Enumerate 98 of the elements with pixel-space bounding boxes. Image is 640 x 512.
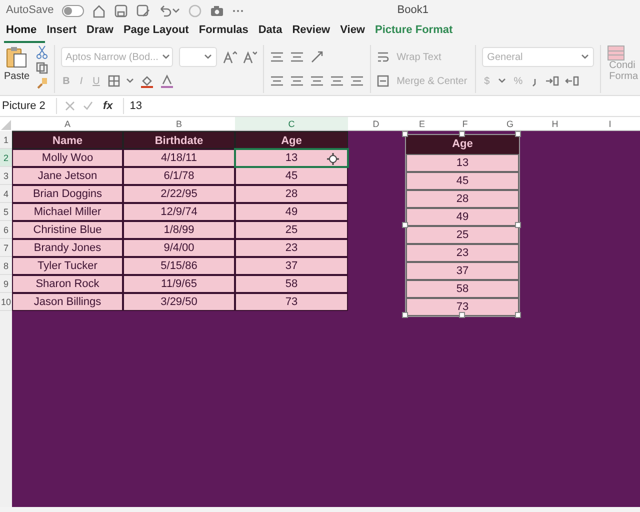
name-box[interactable]: Picture 2 [2, 98, 57, 114]
table-header-cell: Age [235, 131, 348, 149]
save-icon[interactable] [114, 4, 128, 18]
ribbon-tab[interactable]: View [338, 22, 373, 43]
column-header[interactable]: C [235, 117, 348, 131]
table-cell[interactable]: 58 [235, 275, 348, 293]
decrease-decimal-icon[interactable] [564, 75, 579, 87]
ribbon-tab[interactable]: Insert [44, 22, 85, 43]
ribbon-tab[interactable]: Review [290, 22, 338, 43]
autosave-label: AutoSave [6, 3, 54, 18]
table-header-cell: Name [12, 131, 123, 149]
more-icon[interactable] [232, 8, 244, 12]
caret-icon [581, 53, 590, 61]
ribbon-tab[interactable]: Data [256, 22, 290, 43]
align-middle-icon[interactable] [290, 50, 304, 64]
table-cell[interactable]: Brian Doggins [12, 185, 123, 203]
table-cell[interactable]: Brandy Jones [12, 239, 123, 257]
column-header[interactable]: H [530, 117, 580, 131]
merge-icon [376, 75, 389, 87]
ribbon-tab[interactable]: Home [4, 22, 45, 43]
table-cell[interactable]: 37 [235, 257, 348, 275]
table-cell[interactable]: 1/8/99 [123, 221, 235, 239]
table-cell[interactable]: Christine Blue [12, 221, 123, 239]
increase-decimal-icon[interactable] [544, 75, 559, 87]
align-right-icon[interactable] [310, 74, 324, 88]
table-cell[interactable]: 73 [235, 293, 348, 311]
table-cell[interactable]: 2/22/95 [123, 185, 235, 203]
caret-icon[interactable] [126, 77, 134, 85]
table-cell[interactable]: 12/9/74 [123, 203, 235, 221]
window-title: Book1 [396, 3, 430, 18]
caret-icon [204, 53, 212, 61]
insert-function-button[interactable]: fx [101, 98, 115, 114]
column-header[interactable]: B [123, 117, 235, 131]
table-cell[interactable]: Sharon Rock [12, 275, 123, 293]
resize-handle[interactable] [515, 131, 521, 137]
ribbon-tab[interactable]: Page Layout [121, 22, 197, 43]
ribbon-tab[interactable]: Draw [84, 22, 122, 43]
borders-icon[interactable] [108, 75, 120, 87]
table-cell[interactable]: 45 [235, 167, 348, 185]
align-center-icon[interactable] [290, 74, 304, 88]
table-cell[interactable]: Jane Jetson [12, 167, 123, 185]
resize-handle[interactable] [402, 131, 408, 137]
autosave-toggle[interactable] [62, 4, 84, 16]
scissors-icon[interactable] [36, 45, 48, 59]
table-cell[interactable]: 6/1/78 [123, 167, 235, 185]
formula-input[interactable]: 13 [122, 98, 638, 114]
indent-icon[interactable] [330, 74, 344, 88]
brush-icon[interactable] [36, 76, 48, 88]
wrap-text-icon [376, 51, 389, 63]
align-left-icon[interactable] [270, 74, 284, 88]
paste-label[interactable]: Paste [4, 69, 30, 84]
ribbon-tab[interactable]: Formulas [196, 22, 256, 43]
ribbon-tab[interactable]: Picture Format [373, 22, 461, 43]
column-header[interactable]: F [440, 117, 490, 131]
undo-icon[interactable] [158, 4, 172, 18]
copy-icon[interactable] [36, 62, 48, 74]
table-cell[interactable]: Molly Woo [12, 149, 123, 167]
table-cell[interactable]: 11/9/65 [123, 275, 235, 293]
table-cell[interactable]: 13 [235, 149, 348, 167]
column-header[interactable]: A [12, 117, 123, 131]
table-cell[interactable]: 25 [235, 221, 348, 239]
pasted-picture[interactable]: Age 13 45 28 49 25 23 37 58 73 [406, 135, 519, 316]
move-cursor-icon [327, 153, 339, 165]
table-cell[interactable]: 5/15/86 [123, 257, 235, 275]
resize-handle[interactable] [402, 312, 408, 318]
resize-handle[interactable] [515, 312, 521, 318]
table-cell[interactable]: Michael Miller [12, 203, 123, 221]
conditional-formatting-icon[interactable] [607, 45, 626, 61]
align-top-icon[interactable] [270, 50, 284, 64]
table-cell[interactable]: Tyler Tucker [12, 257, 123, 275]
caret-icon [162, 53, 170, 61]
resize-handle[interactable] [458, 131, 464, 137]
save-edit-icon[interactable] [136, 4, 150, 18]
resize-handle[interactable] [402, 222, 408, 228]
caret-icon[interactable] [498, 77, 506, 85]
column-header[interactable]: E [404, 117, 440, 131]
table-cell[interactable]: 4/18/11 [123, 149, 235, 167]
shrink-font-icon[interactable] [242, 50, 257, 64]
home-icon[interactable] [92, 4, 106, 18]
table-cell[interactable]: 9/4/00 [123, 239, 235, 257]
table-cell[interactable]: 49 [235, 203, 348, 221]
column-header[interactable]: I [580, 117, 640, 131]
font-color-icon[interactable] [160, 74, 174, 88]
clipboard-icon[interactable] [4, 45, 29, 69]
column-header[interactable]: D [348, 117, 404, 131]
fill-color-icon[interactable] [140, 74, 154, 88]
row-header[interactable]: 2 [0, 149, 12, 167]
table-cell[interactable]: Jason Billings [12, 293, 123, 311]
column-header[interactable]: G [490, 117, 530, 131]
caret-icon[interactable] [172, 6, 180, 14]
table-cell[interactable]: 3/29/50 [123, 293, 235, 311]
orientation-icon[interactable] [310, 50, 324, 64]
outdent-icon[interactable] [350, 74, 364, 88]
camera-icon[interactable] [210, 4, 224, 16]
grow-font-icon[interactable] [222, 50, 237, 64]
table-header-cell: Birthdate [123, 131, 235, 149]
table-cell[interactable]: 23 [235, 239, 348, 257]
table-cell[interactable]: 28 [235, 185, 348, 203]
